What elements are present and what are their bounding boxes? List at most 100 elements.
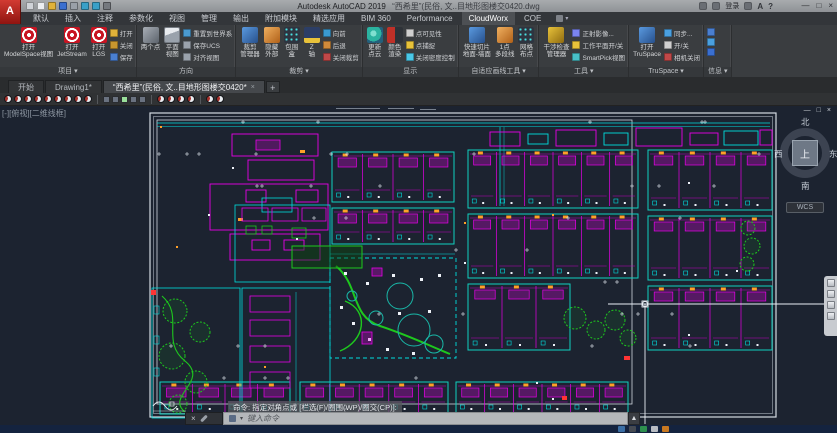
ribbon-small-button-camera[interactable]: 相机关闭 bbox=[664, 52, 700, 62]
ribbon-button-red-target[interactable]: 打开 LGS bbox=[90, 27, 108, 58]
cloudworx-tool-icon-3[interactable] bbox=[34, 95, 42, 103]
ribbon-panel-title[interactable]: 自适应画线工具 ▾ bbox=[459, 67, 539, 77]
ribbon-tab-2[interactable]: 注释 bbox=[90, 12, 120, 25]
dropdown-arrow-icon[interactable] bbox=[103, 2, 111, 10]
cloudworx-tool-icon-11[interactable] bbox=[112, 96, 119, 103]
ribbon-button-hide-outside[interactable]: 隐藏 外部 bbox=[263, 27, 281, 58]
ribbon-panel-title[interactable]: 项目 ▾ bbox=[0, 67, 136, 77]
ribbon-tab-3[interactable]: 参数化 bbox=[122, 12, 160, 25]
ribbon-button-bounding-box[interactable]: 包围 盒 bbox=[283, 27, 301, 58]
ribbon-small-button-align[interactable]: 对齐视图 bbox=[183, 52, 232, 62]
viewcube-north-label[interactable]: 北 bbox=[801, 116, 810, 128]
open-folder-icon[interactable] bbox=[48, 2, 56, 10]
cloudworx-tool-icon-1[interactable] bbox=[14, 95, 22, 103]
viewcube-south-label[interactable]: 南 bbox=[801, 180, 810, 192]
ribbon-button-red-target[interactable]: 打开 ModelSpace视图 bbox=[3, 27, 54, 58]
ribbon-small-button-work-plane[interactable]: 工作平面开/关 bbox=[572, 40, 625, 50]
cart-icon[interactable] bbox=[744, 2, 752, 10]
ribbon-small-button-sync[interactable]: 同步... bbox=[664, 28, 700, 38]
ribbon-button-red-target[interactable]: 打开 JetStream bbox=[56, 27, 88, 58]
cloudworx-tool-icon-10[interactable] bbox=[103, 96, 110, 103]
signin-label[interactable]: 登录 bbox=[725, 1, 739, 11]
ribbon-tab-8[interactable]: 精选应用 bbox=[306, 12, 352, 25]
ribbon-tab-5[interactable]: 管理 bbox=[194, 12, 224, 25]
taskbar-app-icon-0[interactable] bbox=[618, 426, 625, 432]
recent-commands-dropdown-icon[interactable]: ▾ bbox=[240, 415, 243, 422]
new-drawing-tab-button[interactable]: + bbox=[266, 81, 280, 93]
ribbon-tab-7[interactable]: 附加模块 bbox=[258, 12, 304, 25]
command-close-icon[interactable]: × bbox=[191, 415, 196, 423]
ribbon-tab-1[interactable]: 插入 bbox=[58, 12, 88, 25]
file-tab-0[interactable]: 开始 bbox=[8, 80, 44, 93]
viewport-controls-label[interactable]: [-][俯视][二维线框] bbox=[2, 108, 66, 119]
zoom-icon[interactable] bbox=[827, 301, 835, 309]
file-tab-close-icon[interactable]: × bbox=[251, 81, 255, 94]
ribbon-small-button-clip-off[interactable]: 关闭裁剪 bbox=[323, 52, 359, 62]
ribbon-panel-title[interactable]: 信息 ▾ bbox=[704, 67, 731, 77]
ribbon-button-grid-points[interactable]: 网格 布点 bbox=[517, 27, 535, 58]
ribbon-small-button-world[interactable]: 重置到世界系 bbox=[183, 28, 232, 38]
ribbon-small-button-forward[interactable]: 向前 bbox=[323, 28, 359, 38]
ribbon-small-button-ortho-image[interactable]: 正射影像... bbox=[572, 28, 625, 38]
ribbon-tab-0[interactable]: 默认 bbox=[26, 12, 56, 25]
menu-grid-icon[interactable] bbox=[26, 2, 34, 10]
cloudworx-tool-icon-12[interactable] bbox=[121, 96, 128, 103]
file-tab-1[interactable]: Drawing1* bbox=[45, 80, 102, 93]
ribbon-button-interference[interactable]: 干涉检查 管理器 bbox=[542, 27, 570, 58]
cloudworx-tool-icon-4[interactable] bbox=[44, 95, 52, 103]
ribbon-panel-title[interactable]: 裁剪 ▾ bbox=[236, 67, 362, 77]
viewcube-west-label[interactable]: 西 bbox=[774, 148, 783, 160]
ribbon-button-polyline[interactable]: 1点 多段线 bbox=[494, 27, 516, 58]
doc-restore-icon[interactable]: □ bbox=[817, 107, 821, 114]
viewcube-east-label[interactable]: 东 bbox=[829, 148, 837, 160]
plot-icon[interactable] bbox=[70, 2, 78, 10]
maximize-button[interactable]: □ bbox=[816, 0, 821, 12]
taskbar-app-icon-1[interactable] bbox=[629, 426, 636, 432]
ribbon-tab-4[interactable]: 视图 bbox=[162, 12, 192, 25]
ribbon-panel-title[interactable]: 显示 bbox=[363, 67, 458, 77]
viewcube-wcs-menu[interactable]: WCS bbox=[786, 202, 824, 213]
full-navigation-wheel-icon[interactable] bbox=[827, 279, 835, 287]
ribbon-button-clip-manager[interactable]: 裁剪 管理器 bbox=[239, 27, 261, 58]
cloudworx-tool-icon-19[interactable] bbox=[187, 95, 195, 103]
recent-commands-icon[interactable] bbox=[229, 415, 236, 422]
ribbon-button-color-render[interactable]: 颜色 渲染 bbox=[386, 27, 404, 58]
autocad-app-button[interactable]: A bbox=[0, 0, 21, 24]
orbit-icon[interactable] bbox=[827, 312, 835, 320]
ribbon-small-button-back[interactable]: 后退 bbox=[323, 40, 359, 50]
ribbon-small-button-save-disk[interactable]: 保存 bbox=[110, 52, 133, 62]
ribbon-tab-10[interactable]: Performance bbox=[400, 12, 460, 25]
ribbon-small-button-info-b[interactable] bbox=[707, 38, 715, 46]
ribbon-panel-title[interactable]: 工具 ▾ bbox=[539, 67, 628, 77]
taskbar-app-icon-3[interactable] bbox=[651, 426, 658, 432]
drawing-canvas[interactable]: [-][俯视][二维线框] — □ × 北 南 西 东 上 WCS 命令: 指定… bbox=[0, 106, 837, 425]
redo-icon[interactable] bbox=[92, 2, 100, 10]
ribbon-button-point-cloud[interactable]: 更新 点云 bbox=[366, 27, 384, 58]
cloudworx-tool-icon-8[interactable] bbox=[84, 95, 92, 103]
cloudworx-tool-icon-18[interactable] bbox=[177, 95, 185, 103]
ribbon-button-plane-view[interactable]: 平面 视图 bbox=[163, 27, 181, 58]
ribbon-tab-6[interactable]: 输出 bbox=[226, 12, 256, 25]
cloudworx-tool-icon-7[interactable] bbox=[74, 95, 82, 103]
ribbon-button-two-points[interactable]: 两个点 bbox=[140, 27, 162, 51]
cloudworx-tool-icon-21[interactable] bbox=[206, 95, 214, 103]
ribbon-extra-icon[interactable] bbox=[556, 15, 563, 22]
cloudworx-tool-icon-2[interactable] bbox=[24, 95, 32, 103]
cloudworx-tool-icon-13[interactable] bbox=[130, 96, 137, 103]
ribbon-tab-12[interactable]: COE bbox=[517, 12, 548, 25]
save-icon[interactable] bbox=[59, 2, 67, 10]
file-tab-2[interactable]: “西希里”(民俗, 文..目地形图楼交0420*× bbox=[103, 80, 265, 93]
cloudworx-tool-icon-14[interactable] bbox=[139, 96, 146, 103]
viewcube[interactable]: 北 南 西 东 上 WCS bbox=[776, 116, 836, 228]
ribbon-small-button-info-c[interactable] bbox=[707, 48, 715, 56]
ribbon-small-button-onoff[interactable]: 开/关 bbox=[664, 40, 700, 50]
ribbon-small-button-snap[interactable]: 点捕捉 bbox=[406, 40, 455, 50]
new-file-icon[interactable] bbox=[37, 2, 45, 10]
autodesk-a-icon[interactable]: A bbox=[757, 2, 763, 11]
cloudworx-tool-icon-16[interactable] bbox=[157, 95, 165, 103]
ribbon-small-button-folder[interactable]: 打开 bbox=[110, 28, 133, 38]
doc-close-icon[interactable]: × bbox=[827, 107, 831, 114]
taskbar-app-icon-4[interactable] bbox=[662, 426, 669, 432]
close-button[interactable]: × bbox=[828, 0, 833, 12]
search-icon[interactable] bbox=[699, 2, 707, 10]
